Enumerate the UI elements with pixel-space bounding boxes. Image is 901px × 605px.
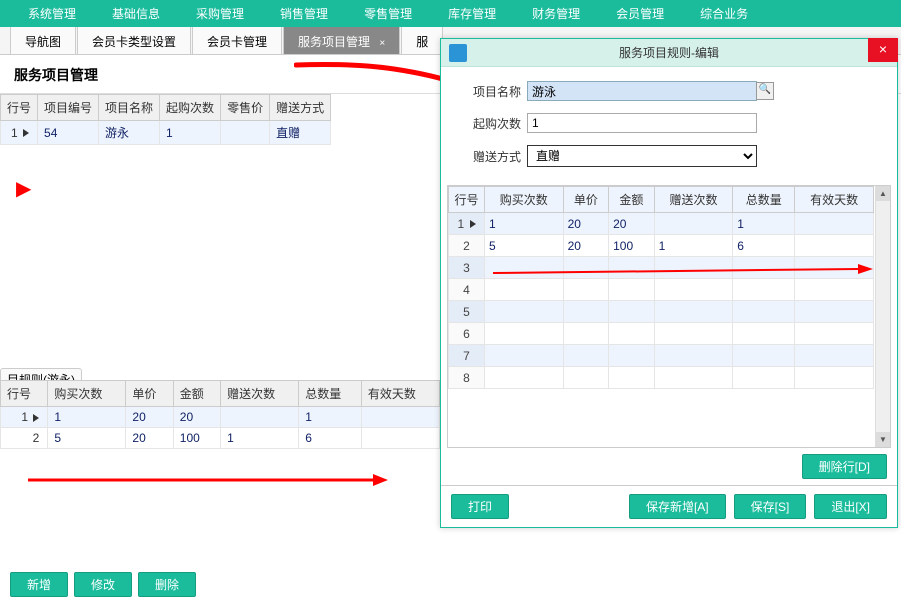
table-row[interactable]: 4 xyxy=(449,279,874,301)
dialog-buttons: 打印 保存新增[A] 保存[S] 退出[X] xyxy=(441,485,897,527)
cell-mode: 直赠 xyxy=(270,121,331,145)
row-number: 1 xyxy=(11,126,18,140)
dialog-grid: 行号 购买次数 单价 金额 赠送次数 总数量 有效天数 1 1 20 20 1 … xyxy=(447,185,891,448)
print-button[interactable]: 打印 xyxy=(451,494,509,519)
save-new-button[interactable]: 保存新增[A] xyxy=(629,494,726,519)
rcol-price: 单价 xyxy=(126,381,173,407)
table-row[interactable]: 3 xyxy=(449,257,874,279)
gcol-amount: 金额 xyxy=(609,187,655,213)
dialog-titlebar[interactable]: 服务项目规则-编辑 × xyxy=(441,39,897,67)
table-row[interactable]: 1 1 20 20 1 xyxy=(449,213,874,235)
rcol-total: 总数量 xyxy=(299,381,362,407)
add-button[interactable]: 新增 xyxy=(10,572,68,597)
main-menubar: 系统管理 基础信息 采购管理 销售管理 零售管理 库存管理 财务管理 会员管理 … xyxy=(0,0,901,27)
min-label: 起购次数 xyxy=(461,115,521,132)
col-mode: 赠送方式 xyxy=(270,95,331,121)
rcol-row: 行号 xyxy=(1,381,48,407)
tab-card-mgmt[interactable]: 会员卡管理 xyxy=(192,27,282,55)
delete-row-button[interactable]: 删除行[D] xyxy=(802,454,887,479)
dialog-title: 服务项目规则-编辑 xyxy=(619,44,719,61)
current-row-icon xyxy=(470,220,476,228)
save-button[interactable]: 保存[S] xyxy=(734,494,807,519)
gcol-row: 行号 xyxy=(449,187,485,213)
dialog-icon xyxy=(449,44,467,62)
min-field[interactable] xyxy=(527,113,757,133)
menu-sales[interactable]: 销售管理 xyxy=(262,5,346,22)
tab-partial[interactable]: 服 xyxy=(401,27,443,55)
col-price: 零售价 xyxy=(221,95,270,121)
delete-button[interactable]: 删除 xyxy=(138,572,196,597)
table-row[interactable]: 2 5 20 100 1 6 xyxy=(1,428,440,449)
tab-card-type[interactable]: 会员卡类型设置 xyxy=(77,27,191,55)
current-row-icon xyxy=(23,129,29,137)
menu-inventory[interactable]: 库存管理 xyxy=(430,5,514,22)
mode-label: 赠送方式 xyxy=(461,148,521,165)
edit-dialog: 服务项目规则-编辑 × 项目名称 🔍 起购次数 赠送方式 直赠 行号 购买次数 … xyxy=(440,38,898,528)
col-code: 项目编号 xyxy=(38,95,99,121)
menu-system[interactable]: 系统管理 xyxy=(10,5,94,22)
cell-min: 1 xyxy=(160,121,221,145)
table-row[interactable]: 8 xyxy=(449,367,874,389)
col-row: 行号 xyxy=(1,95,38,121)
close-icon[interactable]: × xyxy=(379,38,385,49)
menu-retail[interactable]: 零售管理 xyxy=(346,5,430,22)
menu-basic[interactable]: 基础信息 xyxy=(94,5,178,22)
current-row-icon xyxy=(33,414,39,422)
table-row[interactable]: 1 1 20 20 1 xyxy=(1,407,440,428)
col-name: 项目名称 xyxy=(99,95,160,121)
table-row[interactable]: 2 5 20 100 1 6 xyxy=(449,235,874,257)
tab-nav-map[interactable]: 导航图 xyxy=(10,27,76,55)
gcol-price: 单价 xyxy=(563,187,609,213)
name-field[interactable] xyxy=(527,81,757,101)
close-icon[interactable]: × xyxy=(868,38,898,62)
cell-code: 54 xyxy=(38,121,99,145)
name-label: 项目名称 xyxy=(461,83,521,100)
col-min: 起购次数 xyxy=(160,95,221,121)
edit-button[interactable]: 修改 xyxy=(74,572,132,597)
rcol-days: 有效天数 xyxy=(361,381,439,407)
rcol-amount: 金额 xyxy=(173,381,220,407)
cell-price xyxy=(221,121,270,145)
table-row[interactable]: 5 xyxy=(449,301,874,323)
search-icon[interactable]: 🔍 xyxy=(756,82,774,100)
gcol-days: 有效天数 xyxy=(795,187,874,213)
scroll-up-icon[interactable]: ▲ xyxy=(876,186,890,201)
annotation-arrow: ▶ xyxy=(16,176,31,201)
tab-label: 服务项目管理 xyxy=(298,35,370,49)
rules-table: 行号 购买次数 单价 金额 赠送次数 总数量 有效天数 1 1 20 20 1 … xyxy=(0,380,440,449)
bottom-button-bar: 新增 修改 删除 xyxy=(10,572,196,597)
tab-service-mgmt[interactable]: 服务项目管理 × xyxy=(283,27,400,55)
mode-select[interactable]: 直赠 xyxy=(527,145,757,167)
dialog-form: 项目名称 🔍 起购次数 赠送方式 直赠 xyxy=(441,67,897,185)
gcol-gift: 赠送次数 xyxy=(654,187,733,213)
scroll-down-icon[interactable]: ▼ xyxy=(876,432,890,447)
table-row[interactable]: 1 54 游永 1 直赠 xyxy=(1,121,331,145)
menu-member[interactable]: 会员管理 xyxy=(598,5,682,22)
menu-purchase[interactable]: 采购管理 xyxy=(178,5,262,22)
cell-name: 游永 xyxy=(99,121,160,145)
menu-finance[interactable]: 财务管理 xyxy=(514,5,598,22)
table-row[interactable]: 7 xyxy=(449,345,874,367)
menu-composite[interactable]: 综合业务 xyxy=(682,5,766,22)
scrollbar[interactable]: ▲ ▼ xyxy=(875,186,890,447)
rcol-gift: 赠送次数 xyxy=(221,381,299,407)
table-row[interactable]: 6 xyxy=(449,323,874,345)
exit-button[interactable]: 退出[X] xyxy=(814,494,887,519)
gcol-buy: 购买次数 xyxy=(485,187,564,213)
gcol-total: 总数量 xyxy=(733,187,795,213)
project-table: 行号 项目编号 项目名称 起购次数 零售价 赠送方式 1 54 游永 1 直赠 xyxy=(0,94,331,145)
rcol-buy: 购买次数 xyxy=(48,381,126,407)
